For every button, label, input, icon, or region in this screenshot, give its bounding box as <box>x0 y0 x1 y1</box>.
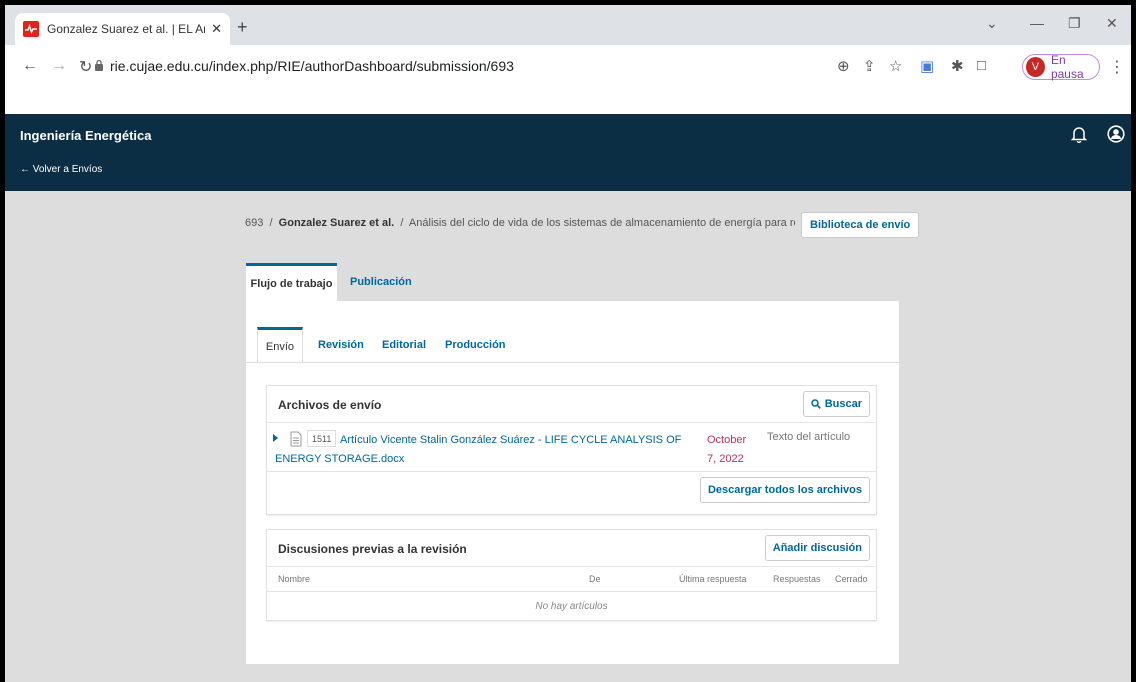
tab-workflow[interactable]: Flujo de trabajo <box>246 263 337 301</box>
tab-production[interactable]: Producción <box>445 327 506 363</box>
tab-review[interactable]: Revisión <box>318 327 364 363</box>
search-icon <box>810 399 821 409</box>
browser-window: Gonzalez Suarez et al. | EL Análisis ✕ +… <box>5 5 1131 682</box>
back-arrow-icon[interactable]: ← <box>22 57 38 75</box>
reload-icon[interactable]: ↻ <box>79 57 92 77</box>
submission-library-button[interactable]: Biblioteca de envío <box>801 212 920 238</box>
restore-icon[interactable]: ❐ <box>1068 15 1081 32</box>
column-header-last-reply: Última respuesta <box>679 574 747 584</box>
zoom-icon[interactable]: ⊕ <box>837 57 850 75</box>
translate-extension-icon[interactable]: ▣ <box>920 57 934 75</box>
main-content: 693 / Gonzalez Suarez et al. / Análisis … <box>5 191 1131 682</box>
journal-title[interactable]: Ingeniería Energética <box>20 128 152 143</box>
avatar: V <box>1026 57 1045 77</box>
workflow-panel: Envío Revisión Editorial Producción Arch… <box>246 301 899 664</box>
breadcrumb-separator: / <box>269 217 273 229</box>
browser-menu-icon[interactable]: ⋮ <box>1109 57 1125 77</box>
profile-status: En pausa <box>1050 53 1084 81</box>
bookmark-star-icon[interactable]: ☆ <box>889 57 902 75</box>
page-top-spacer <box>5 89 1131 114</box>
minimize-icon[interactable]: — <box>1030 15 1044 31</box>
tab-close-icon[interactable]: ✕ <box>211 21 222 37</box>
breadcrumb: 693 / Gonzalez Suarez et al. / Análisis … <box>245 217 795 229</box>
divider <box>267 591 876 592</box>
add-discussion-button[interactable]: Añadir discusión <box>764 535 870 561</box>
column-header-from: De <box>589 574 601 584</box>
tab-publication[interactable]: Publicación <box>350 263 412 301</box>
download-all-files-button[interactable]: Descargar todos los archivos <box>699 477 870 503</box>
submission-files-panel: Archivos de envío Buscar 1511 Artículo V… <box>266 385 877 515</box>
tab-submission[interactable]: Envío <box>257 327 303 363</box>
app-header: Ingeniería Energética ← Volver a Envíos <box>5 114 1131 191</box>
tab-editorial[interactable]: Editorial <box>382 327 426 363</box>
tab-search-chevron-icon[interactable]: ⌄ <box>986 15 998 32</box>
discussions-panel-title: Discusiones previas a la revisión <box>278 542 467 556</box>
share-icon[interactable]: ⇪ <box>863 57 876 75</box>
search-button-label: Buscar <box>824 398 862 410</box>
divider <box>267 471 876 472</box>
pre-review-discussions-panel: Discusiones previas a la revisión Añadir… <box>266 529 877 621</box>
tab-title: Gonzalez Suarez et al. | EL Análisis <box>47 22 205 36</box>
lock-icon <box>95 59 103 71</box>
side-panel-icon[interactable]: □ <box>977 57 986 74</box>
browser-toolbar: ← → ↻ rie.cujae.edu.cu/index.php/RIE/aut… <box>5 45 1131 89</box>
submission-id: 693 <box>245 217 264 229</box>
column-header-replies: Respuestas <box>773 574 821 584</box>
file-date: October 7, 2022 <box>707 434 747 465</box>
address-bar[interactable]: rie.cujae.edu.cu/index.php/RIE/authorDas… <box>110 58 514 74</box>
window-close-icon[interactable]: ✕ <box>1106 15 1118 32</box>
forward-arrow-icon[interactable]: → <box>51 57 67 75</box>
journal-favicon-icon <box>23 21 39 37</box>
file-name-link[interactable]: Artículo Vicente Stalin González Suárez … <box>275 431 695 469</box>
breadcrumb-separator: / <box>400 217 404 229</box>
profile-button[interactable]: V En pausa <box>1022 53 1100 81</box>
browser-tab[interactable]: Gonzalez Suarez et al. | EL Análisis ✕ <box>15 13 230 45</box>
tab-divider <box>246 362 899 363</box>
notifications-bell-icon[interactable] <box>1071 125 1087 143</box>
tab-strip: Gonzalez Suarez et al. | EL Análisis ✕ +… <box>5 5 1131 45</box>
user-account-icon[interactable] <box>1107 125 1125 143</box>
empty-state-message: No hay artículos <box>535 601 608 612</box>
new-tab-icon[interactable]: + <box>237 17 248 38</box>
search-button[interactable]: Buscar <box>802 391 870 417</box>
divider <box>267 566 876 567</box>
back-to-submissions-link[interactable]: ← Volver a Envíos <box>20 164 102 175</box>
submission-title: Análisis del ciclo de vida de los sistem… <box>408 217 795 229</box>
file-type: Texto del artículo <box>767 431 851 443</box>
files-panel-title: Archivos de envío <box>278 398 382 412</box>
submission-authors: Gonzalez Suarez et al. <box>278 217 395 229</box>
column-header-closed: Cerrado <box>835 574 868 584</box>
file-row: 1511 Artículo Vicente Stalin González Su… <box>267 423 876 471</box>
column-header-name: Nombre <box>278 574 311 584</box>
extensions-puzzle-icon[interactable]: ✱ <box>951 57 964 75</box>
